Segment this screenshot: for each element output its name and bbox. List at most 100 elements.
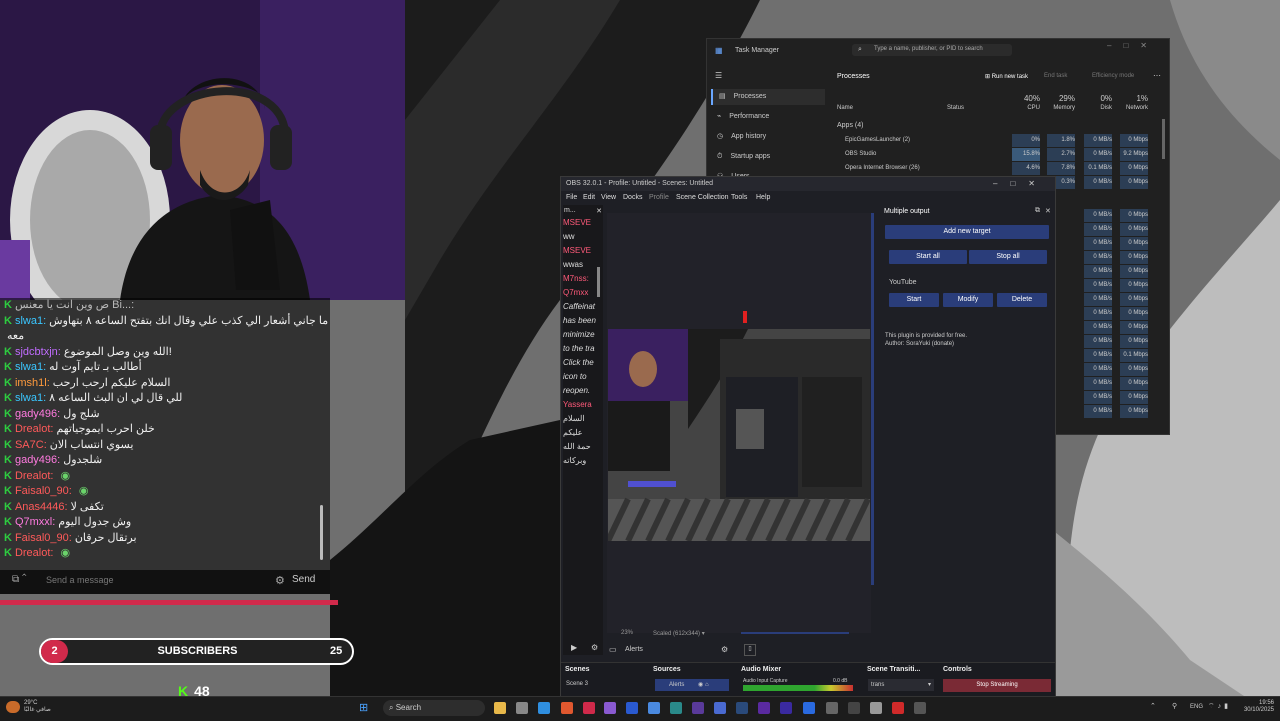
preview-scrollbar[interactable] <box>741 632 849 634</box>
add-new-target-button[interactable]: Add new target <box>885 225 1049 239</box>
tray-app-icon[interactable]: ⚲ <box>1172 702 1177 710</box>
col-header-memory[interactable]: Memory <box>1047 105 1075 111</box>
more-options-icon[interactable]: ⋯ <box>1153 71 1161 80</box>
menu-docks[interactable]: Docks <box>623 194 642 201</box>
col-header-disk[interactable]: Disk <box>1084 105 1112 111</box>
chat-username[interactable]: slwa1: <box>15 315 46 327</box>
windows-start-icon[interactable]: ⊞ <box>359 701 368 714</box>
chat-username[interactable]: gady496: <box>15 454 60 466</box>
hamburger-icon[interactable]: ☰ <box>715 71 722 80</box>
calculator-icon[interactable] <box>516 702 528 714</box>
close-icon[interactable]: ✕ <box>1045 207 1051 215</box>
preview-splitter[interactable] <box>871 213 874 585</box>
chat-username[interactable]: gady496: <box>15 408 60 420</box>
obs-settings-gear-icon[interactable]: ⚙ <box>591 643 598 652</box>
run-new-task-button[interactable]: ⊞ Run new task <box>985 73 1028 80</box>
chat-username[interactable]: Drealot: <box>15 423 54 435</box>
clock[interactable]: 19:56 30/10/2025 <box>1238 700 1274 714</box>
obs-taskbar-icon[interactable] <box>848 702 860 714</box>
settings-gear-icon[interactable]: ⚙ <box>721 645 728 654</box>
weather-widget[interactable]: 29°C صافي غالبًا <box>24 700 51 714</box>
premiere-icon[interactable] <box>758 702 770 714</box>
menu-profile[interactable]: Profile <box>649 194 669 201</box>
menu-help[interactable]: Help <box>756 194 770 201</box>
process-row[interactable]: EpicGamesLauncher (2) 0% 1.8% 0 MB/s 0 Mbps <box>837 134 1167 147</box>
close-icon[interactable]: ✕ <box>596 207 602 215</box>
youtube-delete-button[interactable]: Delete <box>997 293 1047 307</box>
nav-item-startup-apps[interactable]: ⏱ Startup apps <box>711 149 825 165</box>
task-manager-search[interactable]: ⌕ Type a name, publisher, or PID to sear… <box>852 44 1012 56</box>
process-row[interactable]: OBS Studio 15.8% 2.7% 0 MB/s 9.2 Mbps <box>837 148 1167 161</box>
chat-username[interactable]: sjdcbtxjn: <box>15 346 61 358</box>
brave-icon[interactable] <box>561 702 573 714</box>
process-row[interactable]: Opera Internet Browser (26) 4.6% 7.8% 0.1 M… <box>837 162 1167 175</box>
chat-username[interactable]: Faisal0_90: <box>15 485 72 497</box>
menu-tools[interactable]: Tools <box>731 194 747 201</box>
stop-streaming-button[interactable]: Stop Streaming <box>943 679 1051 692</box>
transition-select[interactable]: trans ▾ <box>868 679 934 691</box>
emote-icon[interactable]: ⧉ ⌃ <box>12 574 27 585</box>
efficiency-mode-button[interactable]: Efficiency mode <box>1092 73 1134 79</box>
steam-icon[interactable] <box>736 702 748 714</box>
chat-username[interactable]: Drealot: <box>15 547 54 559</box>
file-explorer-icon[interactable] <box>494 702 506 714</box>
plugin-author[interactable]: Author: SoraYuki (donate) <box>885 341 954 347</box>
chat-username[interactable]: SA7C: <box>15 439 47 451</box>
lock-icon[interactable]: ⌂ <box>705 682 709 688</box>
chat-username[interactable]: Drealot: <box>15 470 54 482</box>
chat-scrollbar[interactable] <box>320 505 323 560</box>
app-icon[interactable] <box>714 702 726 714</box>
obs-preview-canvas[interactable] <box>608 329 870 541</box>
app-icon[interactable] <box>826 702 838 714</box>
menu-edit[interactable]: Edit <box>583 194 595 201</box>
after-effects-icon[interactable] <box>780 702 792 714</box>
zoom-level[interactable]: 23% <box>621 630 633 636</box>
chat-username[interactable]: Anas4446: <box>15 501 68 513</box>
preview-handle[interactable] <box>743 311 747 323</box>
dock-scrollbar[interactable] <box>597 267 600 297</box>
alerts-tab[interactable]: Alerts <box>625 646 643 653</box>
source-item[interactable]: Alerts ◉ ⌂ <box>655 679 729 691</box>
menu-view[interactable]: View <box>601 194 616 201</box>
chat-username[interactable]: imsh1l: <box>15 377 50 389</box>
language-indicator[interactable]: ENG <box>1190 704 1203 710</box>
media-encoder-icon[interactable] <box>692 702 704 714</box>
eye-icon[interactable]: ◉ <box>698 682 703 688</box>
chat-username[interactable]: Faisal0_90: <box>15 532 72 544</box>
col-header-cpu[interactable]: CPU <box>1012 105 1040 111</box>
col-header-network[interactable]: Network <box>1120 105 1148 111</box>
weather-icon[interactable] <box>6 701 20 713</box>
scene-item[interactable]: Scene 3 <box>566 681 588 687</box>
terminal-icon[interactable] <box>914 702 926 714</box>
obs-window-controls[interactable]: –□✕ <box>993 179 1048 188</box>
stop-all-button[interactable]: Stop all <box>969 250 1047 264</box>
send-button[interactable]: Send <box>292 574 315 585</box>
col-header-name[interactable]: Name <box>837 105 853 111</box>
end-task-button[interactable]: End task <box>1044 73 1067 79</box>
nav-item-processes[interactable]: ▤ Processes <box>711 89 825 105</box>
audition-icon[interactable] <box>670 702 682 714</box>
opera-gx-icon[interactable] <box>583 702 595 714</box>
app-icon[interactable] <box>870 702 882 714</box>
taskbar-search[interactable]: ⌕ Search <box>383 700 485 716</box>
nav-item-performance[interactable]: ⌁ Performance <box>711 109 825 125</box>
youtube-modify-button[interactable]: Modify <box>943 293 993 307</box>
col-header-status[interactable]: Status <box>947 105 964 111</box>
float-icon[interactable]: ⧉ <box>1035 207 1040 215</box>
settings-gear-icon[interactable]: ⚙ <box>275 574 285 587</box>
app-icon[interactable] <box>648 702 660 714</box>
menu-file[interactable]: File <box>566 194 577 201</box>
app-icon[interactable] <box>803 702 815 714</box>
nav-item-app-history[interactable]: ◷ App history <box>711 129 825 145</box>
chat-username[interactable]: slwa1: <box>15 392 46 404</box>
visual-studio-icon[interactable] <box>604 702 616 714</box>
vscode-icon[interactable] <box>538 702 550 714</box>
youtube-start-button[interactable]: Start <box>889 293 939 307</box>
opera-icon[interactable] <box>892 702 904 714</box>
window-controls[interactable]: –□✕ <box>1107 41 1159 50</box>
dock-toggle-icon[interactable]: ▯ <box>744 644 756 656</box>
youtube-icon[interactable]: ▶ <box>571 643 577 652</box>
photoshop-icon[interactable] <box>626 702 638 714</box>
menu-scene-collection[interactable]: Scene Collection <box>676 194 729 201</box>
start-all-button[interactable]: Start all <box>889 250 967 264</box>
